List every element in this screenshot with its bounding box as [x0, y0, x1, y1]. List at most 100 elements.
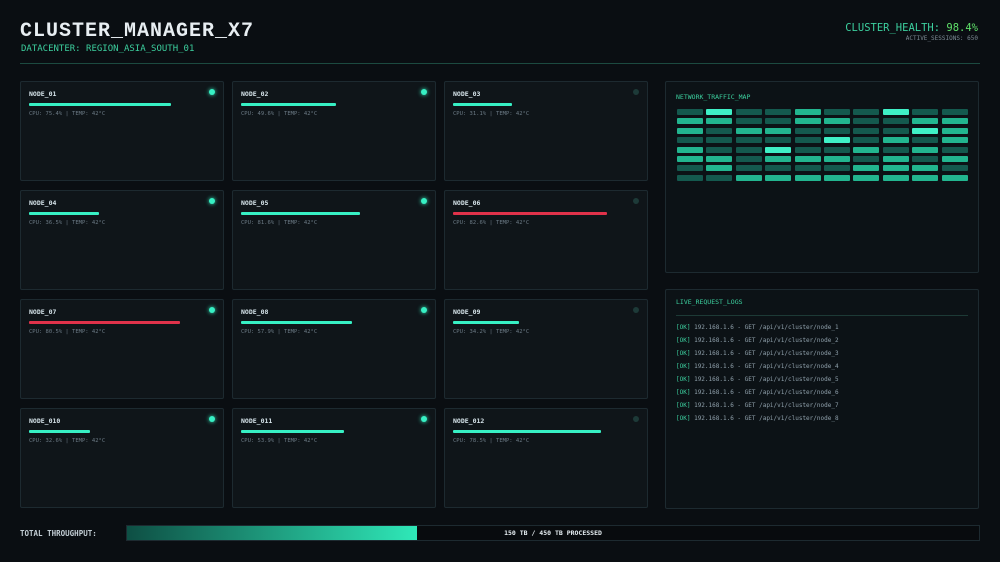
heatmap-cell — [677, 165, 703, 172]
heatmap-cell — [735, 137, 762, 144]
heatmap-cell — [912, 155, 939, 162]
log-entry: [OK] 192.168.1.6 - GET /api/v1/cluster/n… — [676, 412, 839, 425]
node-name: NODE_01 — [29, 90, 57, 98]
heatmap-cell — [853, 174, 880, 181]
log-text: 192.168.1.6 - GET /api/v1/cluster/node_3 — [694, 350, 839, 357]
heatmap-cell — [882, 146, 909, 153]
log-text: 192.168.1.6 - GET /api/v1/cluster/node_5 — [694, 376, 839, 383]
node-card[interactable]: NODE_04 CPU: 36.5% | TEMP: 42°C — [20, 190, 224, 290]
cpu-load-fill — [241, 321, 352, 324]
status-indicator-icon — [633, 89, 639, 95]
heatmap-cell — [794, 118, 821, 125]
heatmap-cell — [912, 174, 939, 181]
node-card[interactable]: NODE_012 CPU: 78.5% | TEMP: 42°C — [444, 408, 648, 508]
cpu-load-bar — [453, 103, 609, 106]
log-entry: [OK] 192.168.1.6 - GET /api/v1/cluster/n… — [676, 360, 839, 373]
node-card[interactable]: NODE_09 CPU: 34.2% | TEMP: 42°C — [444, 299, 648, 399]
node-name: NODE_06 — [453, 199, 481, 207]
node-card[interactable]: NODE_05 CPU: 81.6% | TEMP: 42°C — [232, 190, 436, 290]
traffic-heatmap — [677, 109, 968, 181]
log-status: [OK] — [676, 402, 691, 409]
heatmap-cell — [735, 155, 762, 162]
throughput-text: 150 TB / 450 TB PROCESSED — [504, 529, 602, 537]
status-indicator-icon — [633, 198, 639, 204]
log-status: [OK] — [676, 415, 691, 422]
node-name: NODE_012 — [453, 417, 485, 425]
cpu-load-fill — [453, 430, 601, 433]
datacenter-label: DATACENTER: REGION_ASIA_SOUTH_01 — [21, 44, 195, 54]
node-name: NODE_04 — [29, 199, 57, 207]
heatmap-cell — [823, 109, 850, 115]
cpu-load-fill — [29, 212, 99, 215]
log-status: [OK] — [676, 337, 691, 344]
node-stats: CPU: 53.9% | TEMP: 42°C — [241, 438, 318, 444]
node-card[interactable]: NODE_01 CPU: 75.4% | TEMP: 42°C — [20, 81, 224, 181]
log-text: 192.168.1.6 - GET /api/v1/cluster/node_2 — [694, 337, 839, 344]
throughput-label: TOTAL THROUGHPUT: — [20, 529, 97, 538]
heatmap-cell — [735, 165, 762, 172]
cpu-load-fill — [241, 430, 344, 433]
node-name: NODE_011 — [241, 417, 273, 425]
node-card[interactable]: NODE_08 CPU: 57.9% | TEMP: 42°C — [232, 299, 436, 399]
heatmap-cell — [765, 146, 792, 153]
heatmap-cell — [735, 146, 762, 153]
heatmap-cell — [735, 174, 762, 181]
heatmap-cell — [853, 109, 880, 115]
node-card[interactable]: NODE_07 CPU: 80.5% | TEMP: 42°C — [20, 299, 224, 399]
heatmap-cell — [941, 127, 968, 134]
heatmap-cell — [882, 127, 909, 134]
logs-divider — [676, 315, 968, 316]
node-stats: CPU: 34.2% | TEMP: 42°C — [453, 329, 530, 335]
heatmap-cell — [765, 127, 792, 134]
node-card[interactable]: NODE_06 CPU: 82.6% | TEMP: 42°C — [444, 190, 648, 290]
heatmap-cell — [882, 165, 909, 172]
node-name: NODE_010 — [29, 417, 61, 425]
heatmap-cell — [882, 118, 909, 125]
heatmap-cell — [823, 146, 850, 153]
heatmap-cell — [706, 127, 733, 134]
heatmap-cell — [912, 109, 939, 115]
heatmap-cell — [794, 146, 821, 153]
log-entry: [OK] 192.168.1.6 - GET /api/v1/cluster/n… — [676, 373, 839, 386]
heatmap-cell — [882, 155, 909, 162]
heatmap-cell — [853, 155, 880, 162]
cpu-load-bar — [453, 212, 609, 215]
heatmap-cell — [794, 155, 821, 162]
node-stats: CPU: 31.1% | TEMP: 42°C — [453, 111, 530, 117]
heatmap-cell — [677, 118, 703, 125]
status-indicator-icon — [421, 307, 427, 313]
heatmap-cell — [823, 127, 850, 134]
heatmap-cell — [912, 146, 939, 153]
cpu-load-fill — [29, 430, 90, 433]
cpu-load-bar — [241, 321, 397, 324]
node-stats: CPU: 36.5% | TEMP: 42°C — [29, 220, 106, 226]
log-text: 192.168.1.6 - GET /api/v1/cluster/node_7 — [694, 402, 839, 409]
log-entry: [OK] 192.168.1.6 - GET /api/v1/cluster/n… — [676, 347, 839, 360]
node-card[interactable]: NODE_010 CPU: 32.6% | TEMP: 42°C — [20, 408, 224, 508]
node-name: NODE_03 — [453, 90, 481, 98]
cpu-load-fill — [29, 321, 180, 324]
status-indicator-icon — [209, 416, 215, 422]
status-indicator-icon — [209, 198, 215, 204]
cpu-load-bar — [29, 430, 185, 433]
status-indicator-icon — [421, 198, 427, 204]
throughput-progress-bar: 150 TB / 450 TB PROCESSED — [126, 525, 980, 541]
heatmap-cell — [794, 127, 821, 134]
heatmap-cell — [794, 109, 821, 115]
heatmap-cell — [794, 174, 821, 181]
node-name: NODE_05 — [241, 199, 269, 207]
node-card[interactable]: NODE_011 CPU: 53.9% | TEMP: 42°C — [232, 408, 436, 508]
status-indicator-icon — [209, 307, 215, 313]
heatmap-cell — [823, 118, 850, 125]
node-stats: CPU: 82.6% | TEMP: 42°C — [453, 220, 530, 226]
node-card[interactable]: NODE_03 CPU: 31.1% | TEMP: 42°C — [444, 81, 648, 181]
status-indicator-icon — [633, 307, 639, 313]
cpu-load-bar — [241, 430, 397, 433]
log-entry: [OK] 192.168.1.6 - GET /api/v1/cluster/n… — [676, 386, 839, 399]
log-status: [OK] — [676, 363, 691, 370]
heatmap-cell — [941, 118, 968, 125]
cpu-load-bar — [29, 321, 185, 324]
heatmap-cell — [735, 118, 762, 125]
heatmap-cell — [823, 174, 850, 181]
node-card[interactable]: NODE_02 CPU: 49.6% | TEMP: 42°C — [232, 81, 436, 181]
